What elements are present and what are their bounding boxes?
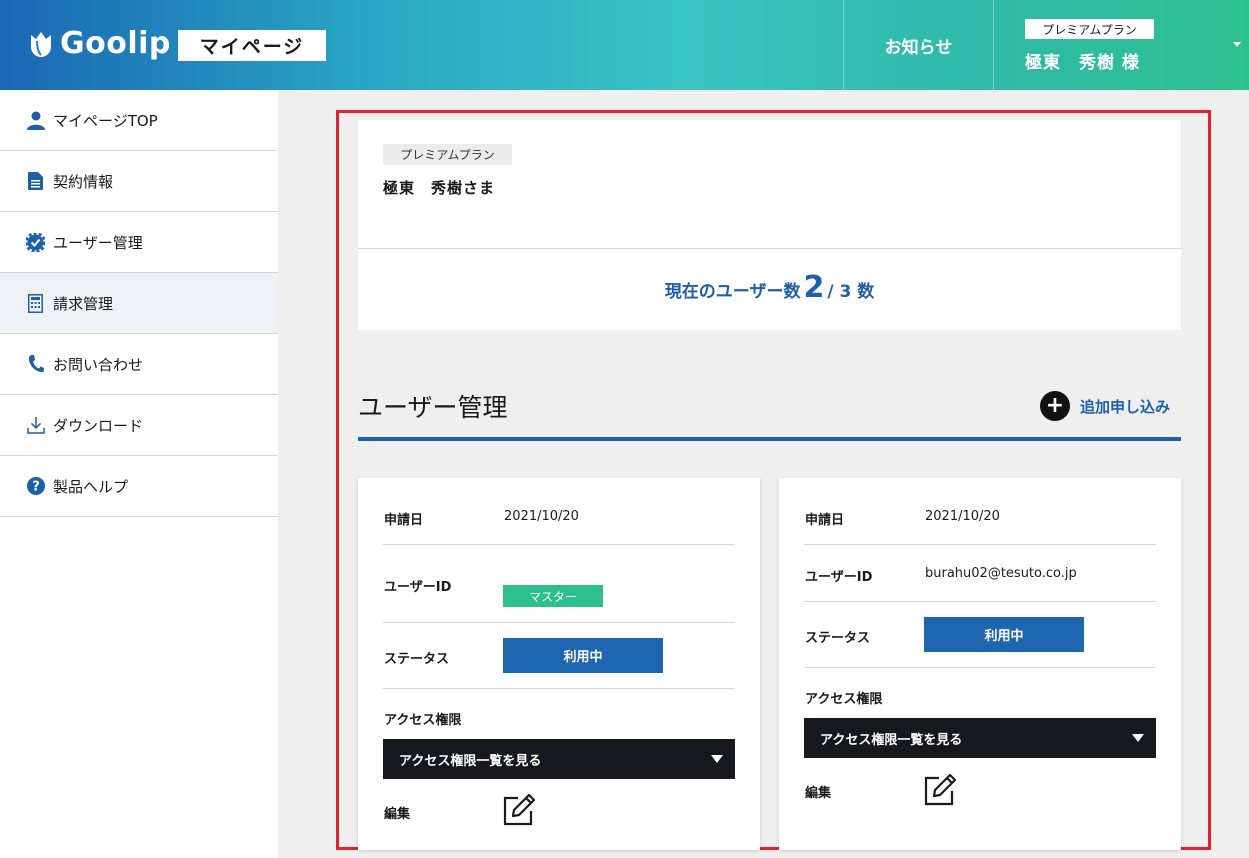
phone-icon — [26, 355, 45, 374]
logo-text: Goolip — [60, 26, 171, 61]
caret-down-icon — [711, 755, 723, 763]
user-card: 申請日 2021/10/20 ユーザーID マスター ステータス 利用中 アクセ… — [358, 478, 760, 850]
header-plan-badge: プレミアムプラン — [1025, 19, 1154, 39]
edit-icon[interactable] — [501, 792, 537, 828]
divider — [804, 667, 1156, 668]
section-title: ユーザー管理 — [358, 393, 508, 422]
status-label: ステータス — [805, 631, 871, 646]
date-value: 2021/10/20 — [925, 509, 1000, 524]
edit-icon[interactable] — [922, 772, 958, 808]
tulip-logo-icon — [31, 31, 51, 57]
access-list-label: アクセス権限一覧を見る — [399, 753, 542, 769]
calculator-icon — [26, 293, 45, 313]
sidebar-item-help[interactable]: ? 製品ヘルプ — [0, 456, 278, 517]
sidebar-item-contract[interactable]: 契約情報 — [0, 151, 278, 212]
svg-text:?: ? — [32, 480, 40, 495]
notice-link[interactable]: お知らせ — [844, 0, 993, 90]
plan-user-name: 極東 秀樹さま — [383, 179, 496, 197]
sidebar-item-label: 請求管理 — [53, 294, 114, 313]
sidebar-item-label: お問い合わせ — [53, 355, 144, 374]
date-label: 申請日 — [805, 513, 845, 528]
caret-down-icon — [1132, 734, 1144, 742]
sidebar: マイページTOP 契約情報 ユーザー管理 請求管理 お問い合わせ ダウンロード … — [0, 90, 278, 858]
header-divider — [993, 0, 994, 90]
document-icon — [26, 172, 45, 191]
access-list-label: アクセス権限一覧を見る — [820, 732, 963, 748]
divider — [383, 544, 735, 545]
sidebar-item-contact[interactable]: お問い合わせ — [0, 334, 278, 395]
plan-badge: プレミアムプラン — [383, 144, 512, 165]
divider — [383, 688, 735, 689]
status-badge: 利用中 — [503, 638, 663, 673]
download-icon — [26, 416, 45, 435]
sidebar-item-user-management[interactable]: ユーザー管理 — [0, 212, 278, 273]
date-label: 申請日 — [384, 513, 424, 528]
date-value: 2021/10/20 — [504, 509, 579, 524]
user-count: 現在のユーザー数 2 / 3 数 — [358, 270, 1181, 305]
userid-label: ユーザーID — [384, 580, 452, 595]
sidebar-item-billing[interactable]: 請求管理 — [0, 273, 278, 334]
plus-icon: + — [1040, 391, 1070, 421]
sidebar-item-label: ダウンロード — [53, 416, 144, 435]
user-count-current: 2 — [803, 270, 825, 305]
divider — [358, 248, 1181, 249]
user-card: 申請日 2021/10/20 ユーザーID burahu02@tesuto.co… — [779, 478, 1181, 850]
add-application-label: 追加申し込み — [1080, 397, 1171, 416]
sidebar-item-label: 製品ヘルプ — [53, 477, 129, 496]
add-application-button[interactable]: + 追加申し込み — [1040, 391, 1170, 421]
logo[interactable]: Goolip — [28, 26, 171, 61]
sidebar-item-mypage-top[interactable]: マイページTOP — [0, 90, 278, 151]
access-label: アクセス権限 — [384, 713, 462, 728]
sidebar-item-label: マイページTOP — [53, 111, 158, 130]
plan-card: プレミアムプラン 極東 秀樹さま 現在のユーザー数 2 / 3 数 — [358, 120, 1181, 330]
gear-check-icon — [26, 232, 45, 252]
access-label: アクセス権限 — [805, 692, 883, 707]
master-badge: マスター — [503, 585, 603, 607]
user-count-suffix: / 3 数 — [827, 282, 875, 302]
header-user-name[interactable]: 極東 秀樹 様 — [1025, 48, 1140, 73]
access-list-dropdown[interactable]: アクセス権限一覧を見る — [804, 718, 1156, 758]
section-underline — [358, 437, 1181, 441]
chevron-down-icon[interactable] — [1233, 42, 1241, 47]
edit-label: 編集 — [384, 807, 411, 822]
divider — [383, 622, 735, 623]
divider — [804, 544, 1156, 545]
user-count-prefix: 現在のユーザー数 — [664, 282, 801, 302]
user-icon — [26, 111, 45, 130]
status-badge: 利用中 — [924, 617, 1084, 652]
sidebar-item-download[interactable]: ダウンロード — [0, 395, 278, 456]
status-label: ステータス — [384, 652, 450, 667]
sidebar-item-label: 契約情報 — [53, 172, 114, 191]
userid-label: ユーザーID — [805, 570, 873, 585]
userid-value: burahu02@tesuto.co.jp — [925, 566, 1077, 581]
divider — [804, 601, 1156, 602]
header: Goolip マイページ お知らせ プレミアムプラン 極東 秀樹 様 — [0, 0, 1249, 90]
sidebar-item-label: ユーザー管理 — [53, 233, 143, 252]
help-icon: ? — [26, 477, 45, 496]
mypage-badge: マイページ — [178, 30, 326, 61]
access-list-dropdown[interactable]: アクセス権限一覧を見る — [383, 739, 735, 779]
edit-label: 編集 — [805, 786, 832, 801]
